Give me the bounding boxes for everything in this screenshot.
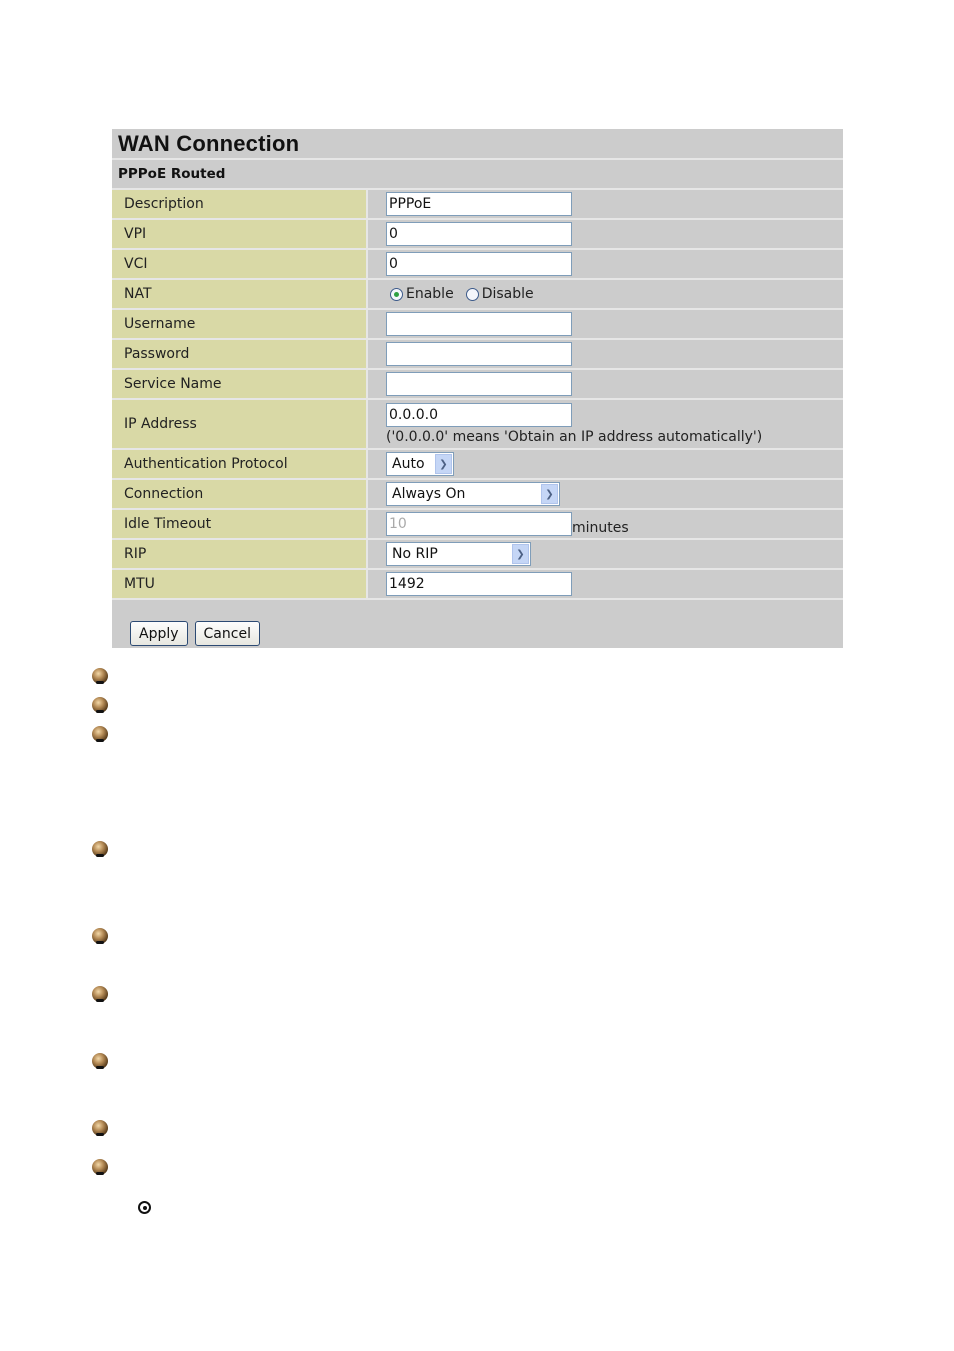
chevron-down-icon[interactable]: ❯ [512,544,529,564]
ip-address-label: IP Address [124,416,197,432]
bullet-sphere-icon [92,841,108,857]
button-bar: Apply Cancel [112,600,843,648]
row-rip: RIP No RIP ❯ [112,540,843,570]
apply-button[interactable]: Apply [130,621,188,646]
vci-input[interactable]: 0 [386,252,572,276]
description-label: Description [124,196,204,212]
bullet-sphere-icon [92,1159,108,1175]
chevron-down-icon[interactable]: ❯ [541,484,558,504]
connection-select[interactable]: Always On ❯ [386,482,560,506]
rip-label: RIP [124,546,147,562]
page-title: WAN Connection [118,130,300,156]
subtitle-row: PPPoE Routed [112,160,843,190]
bullet-sphere-icon [92,668,108,684]
nat-enable-label: Enable [406,286,454,302]
row-password: Password [112,340,843,370]
vpi-input[interactable]: 0 [386,222,572,246]
bullet-sphere-icon [92,1120,108,1136]
idle-timeout-unit: minutes [572,520,629,536]
ip-address-hint: ('0.0.0.0' means 'Obtain an IP address a… [386,429,763,445]
bullet-sphere-icon [92,697,108,713]
bullet-sphere-icon [92,1053,108,1069]
radio-target-icon [138,1201,151,1214]
nat-disable-label: Disable [481,286,534,302]
idle-timeout-label: Idle Timeout [124,516,212,532]
row-vpi: VPI 0 [112,220,843,250]
vpi-label: VPI [124,226,147,242]
row-description: Description PPPoE [112,190,843,220]
row-username: Username [112,310,843,340]
service-name-label: Service Name [124,376,222,392]
username-label: Username [124,316,196,332]
service-name-input[interactable] [386,372,572,396]
connection-value: Always On [392,486,466,502]
nat-disable-radio[interactable]: Disable [462,286,534,302]
connection-label: Connection [124,486,204,502]
ip-address-input[interactable]: 0.0.0.0 [386,403,572,427]
rip-value: No RIP [392,546,438,562]
chevron-down-icon[interactable]: ❯ [435,454,452,474]
mtu-label: MTU [124,576,155,592]
idle-timeout-input[interactable]: 10 [386,512,572,536]
wan-connection-panel: WAN Connection PPPoE Routed Description … [112,129,843,648]
cancel-button[interactable]: Cancel [194,621,260,646]
auth-protocol-select[interactable]: Auto ❯ [386,452,454,476]
row-service-name: Service Name [112,370,843,400]
bullet-sphere-icon [92,726,108,742]
row-vci: VCI 0 [112,250,843,280]
auth-protocol-label: Authentication Protocol [124,456,288,472]
row-connection: Connection Always On ❯ [112,480,843,510]
password-label: Password [124,346,190,362]
description-input[interactable]: PPPoE [386,192,572,216]
row-idle-timeout: Idle Timeout 10 minutes [112,510,843,540]
row-ip-address: IP Address 0.0.0.0 ('0.0.0.0' means 'Obt… [112,400,843,450]
mtu-input[interactable]: 1492 [386,572,572,596]
row-auth-protocol: Authentication Protocol Auto ❯ [112,450,843,480]
password-input[interactable] [386,342,572,366]
section-subtitle: PPPoE Routed [118,166,226,182]
radio-checked-icon[interactable] [390,287,403,301]
bullet-sphere-icon [92,986,108,1002]
rip-select[interactable]: No RIP ❯ [386,542,531,566]
title-row: WAN Connection [112,129,843,160]
row-nat: NAT Enable Disable [112,280,843,310]
nat-enable-radio[interactable]: Enable [386,286,454,302]
vci-label: VCI [124,256,148,272]
bullet-sphere-icon [92,928,108,944]
nat-label: NAT [124,286,152,302]
auth-protocol-value: Auto [392,456,425,472]
radio-unchecked-icon[interactable] [465,287,479,301]
username-input[interactable] [386,312,572,336]
row-mtu: MTU 1492 [112,570,843,600]
